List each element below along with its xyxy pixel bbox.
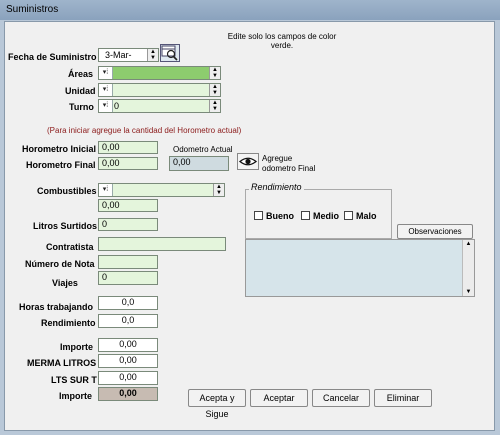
window-title: Suministros xyxy=(6,4,59,15)
malo-label: Malo xyxy=(356,211,377,221)
merma-litros-field: 0,00 xyxy=(98,354,158,368)
fecha-label: Fecha de Suministro xyxy=(8,52,97,62)
combustibles-label: Combustibles xyxy=(37,186,97,196)
areas-combo[interactable]: ▾⁞ ▲ ▼ xyxy=(98,66,221,80)
lts-sur-t-field: 0,00 xyxy=(98,371,158,385)
fecha-spinner[interactable]: ▲ ▼ xyxy=(147,49,158,61)
importe-label: Importe xyxy=(60,342,94,352)
importe-field: 0,00 xyxy=(98,338,158,352)
dropdown-list-icon: ▾⁞ xyxy=(99,84,113,96)
contratista-field[interactable] xyxy=(98,237,226,251)
horas-trabajando-field: 0,0 xyxy=(98,296,158,310)
litros-surtidos-field[interactable]: 0 xyxy=(98,218,158,231)
rendimiento-field: 0,0 xyxy=(98,314,158,328)
agregue-odometro-text: Agregue odometro Final xyxy=(262,154,315,174)
medio-checkbox[interactable] xyxy=(301,211,310,220)
combustibles-amount-field[interactable]: 0,00 xyxy=(98,199,158,212)
dropdown-list-icon: ▾⁞ xyxy=(99,100,113,112)
acepta-y-sigue-button[interactable]: Acepta y Sigue xyxy=(188,389,246,419)
rendimiento-label: Rendimiento xyxy=(41,318,96,328)
bueno-checkbox[interactable] xyxy=(254,211,263,220)
eliminar-button[interactable]: Eliminar xyxy=(374,389,432,407)
contratista-label: Contratista xyxy=(46,242,94,252)
numero-nota-field[interactable] xyxy=(98,255,158,269)
horometro-note: (Para iniciar agregue la cantidad del Ho… xyxy=(47,126,242,135)
instructions-line1: Edite solo los campos de color xyxy=(227,32,337,41)
agregue-line2: odometro Final xyxy=(262,164,316,173)
instructions-line2: verde. xyxy=(270,41,294,50)
horometro-final-field[interactable]: 0,00 xyxy=(98,157,158,170)
cancelar-button[interactable]: Cancelar xyxy=(312,389,370,407)
agregue-line1: Agregue xyxy=(262,154,293,163)
horometro-inicial-label: Horometro Inicial xyxy=(22,144,97,154)
importe-total-label: Importe xyxy=(59,391,93,401)
fecha-picker[interactable]: 3-Mar- ▲ ▼ xyxy=(98,48,159,62)
unidad-combo[interactable]: ▾⁞ ▲ ▼ xyxy=(98,83,221,97)
bueno-label: Bueno xyxy=(266,211,294,221)
turno-spinner[interactable]: ▲ ▼ xyxy=(209,100,220,112)
turno-value: 0 xyxy=(114,101,120,111)
viajes-field[interactable]: 0 xyxy=(98,271,158,285)
odometro-label: Odometro Actual xyxy=(173,145,233,154)
form-client-area: Edite solo los campos de color verde. Fe… xyxy=(4,21,495,431)
merma-litros-label: MERMA LITROS xyxy=(27,358,97,368)
instructions-text: Edite solo los campos de color verde. xyxy=(227,32,337,50)
dropdown-list-icon: ▾⁞ xyxy=(99,67,113,79)
importe-total-field: 0,00 xyxy=(98,387,158,401)
dropdown-list-icon: ▾⁞ xyxy=(99,184,113,196)
odometro-field: 0,00 xyxy=(169,156,229,171)
areas-label: Áreas xyxy=(68,69,94,79)
horometro-inicial-field[interactable]: 0,00 xyxy=(98,141,158,154)
turno-label: Turno xyxy=(69,102,94,112)
observaciones-tab[interactable]: Observaciones xyxy=(397,224,473,239)
rendimiento-group-title: Rendimiento xyxy=(249,182,304,192)
unidad-spinner[interactable]: ▲ ▼ xyxy=(209,84,220,96)
turno-combo[interactable]: ▾⁞ 0 ▲ ▼ xyxy=(98,99,221,113)
litros-surtidos-label: Litros Surtidos xyxy=(33,221,98,231)
unidad-label: Unidad xyxy=(65,86,96,96)
numero-nota-label: Número de Nota xyxy=(25,259,95,269)
title-bar[interactable]: Suministros xyxy=(0,0,500,20)
aceptar-button[interactable]: Aceptar xyxy=(250,389,308,407)
observaciones-textarea[interactable]: ▲ ▼ xyxy=(245,239,475,297)
fecha-value: 3-Mar- xyxy=(105,50,132,60)
areas-spinner[interactable]: ▲ ▼ xyxy=(209,67,220,79)
scroll-down-icon[interactable]: ▼ xyxy=(463,288,474,296)
medio-label: Medio xyxy=(313,211,339,221)
suministros-window: Suministros Edite solo los campos de col… xyxy=(0,0,500,435)
scroll-up-icon[interactable]: ▲ xyxy=(463,240,474,248)
lts-sur-t-label: LTS SUR T xyxy=(51,375,97,385)
combustibles-combo[interactable]: ▾⁞ ▲ ▼ xyxy=(98,183,225,197)
combustibles-spinner[interactable]: ▲ ▼ xyxy=(213,184,224,196)
horometro-final-label: Horometro Final xyxy=(26,160,96,170)
observaciones-scrollbar[interactable]: ▲ ▼ xyxy=(462,240,474,296)
calendar-search-icon[interactable] xyxy=(160,44,180,62)
eye-icon[interactable] xyxy=(237,153,259,170)
viajes-label: Viajes xyxy=(52,278,78,288)
malo-checkbox[interactable] xyxy=(344,211,353,220)
horas-trabajando-label: Horas trabajando xyxy=(19,302,94,312)
